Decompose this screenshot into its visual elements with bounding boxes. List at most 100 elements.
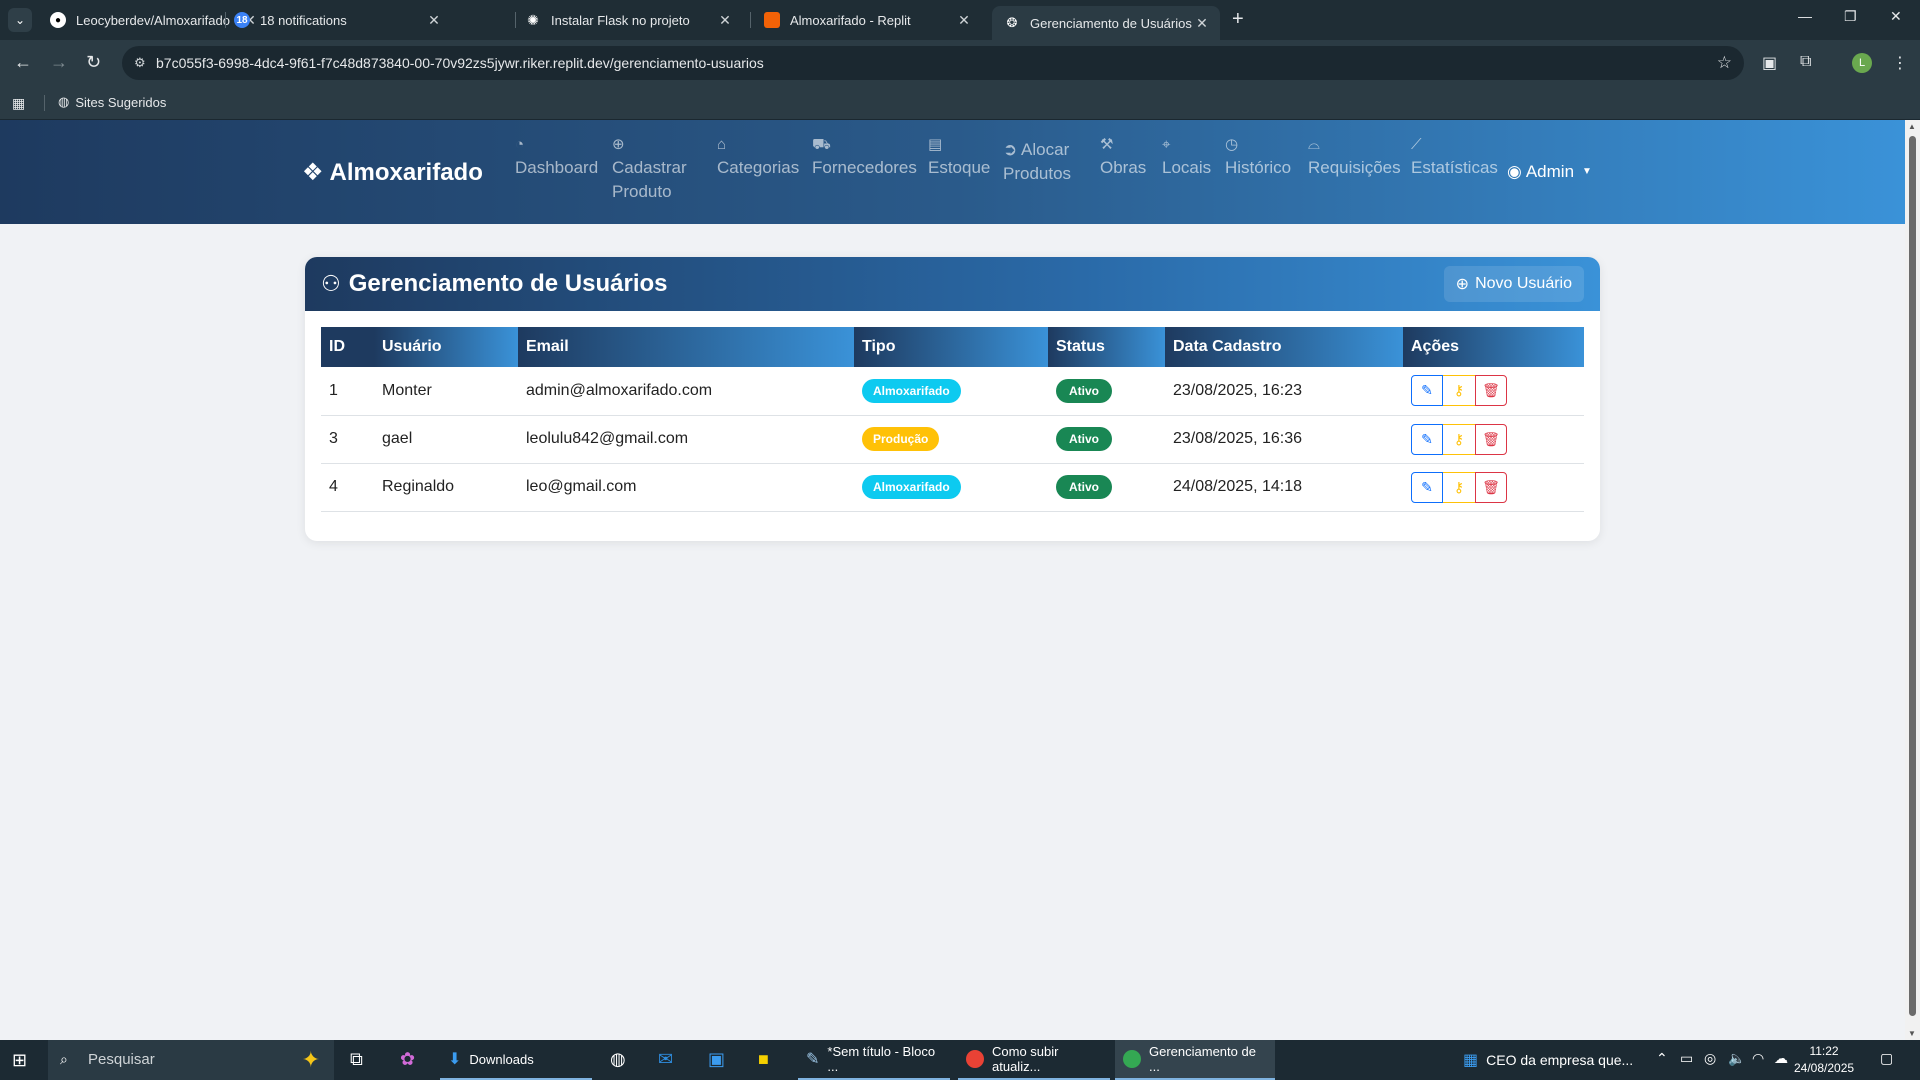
minimize-icon[interactable]: — <box>1798 8 1812 24</box>
browser-tab[interactable]: ✺ Instalar Flask no projeto ✕ <box>513 4 743 36</box>
taskbar-app-chrome-l[interactable]: Gerenciamento de ... <box>1115 1040 1275 1080</box>
brand-link[interactable]: ❖ Almoxarifado <box>302 158 483 187</box>
cell-email: leolulu842@gmail.com <box>518 415 854 464</box>
nav-locais[interactable]: ⌖ Locais <box>1162 134 1211 180</box>
search-icon: ⌕ <box>60 1051 68 1067</box>
nav-cadastrar-produto[interactable]: ⊕ Cadastrar Produto <box>612 134 702 204</box>
bookmark-separator <box>44 95 45 111</box>
sticky-notes-icon[interactable]: ■ <box>758 1049 769 1070</box>
cloud-icon[interactable]: ☁ <box>1774 1050 1788 1067</box>
column-header: Email <box>518 327 854 367</box>
url-text[interactable]: b7c055f3-6998-4dc4-9f61-f7c48d873840-00-… <box>156 55 764 71</box>
edit-button[interactable]: ✎ <box>1411 471 1443 503</box>
task-view-icon[interactable]: ⧉ <box>350 1049 363 1070</box>
extensions-icon[interactable]: ⧉ <box>1800 53 1811 71</box>
taskbar-search[interactable]: ⌕ Pesquisar ✦ <box>48 1040 334 1080</box>
taskbar-app-downloads[interactable]: ⬇ Downloads <box>440 1040 592 1080</box>
cell-date: 24/08/2025, 14:18 <box>1165 463 1403 512</box>
edit-button[interactable]: ✎ <box>1411 423 1443 455</box>
store-icon[interactable]: ▣ <box>708 1049 725 1070</box>
nav-dashboard[interactable]: ◔ Dashboard <box>515 134 598 180</box>
wifi-icon[interactable]: ◠ <box>1752 1050 1764 1067</box>
outlook-icon[interactable]: ✉ <box>658 1049 673 1070</box>
brand-text: Almoxarifado <box>329 158 483 186</box>
nav-alocar-produtos[interactable]: ➲ Alocar Produtos <box>1003 138 1083 186</box>
close-icon[interactable]: ✕ <box>424 12 444 29</box>
edit-button[interactable]: ✎ <box>1411 375 1443 407</box>
scroll-down-icon[interactable]: ▼ <box>1908 1029 1916 1038</box>
address-bar[interactable]: ⚙ b7c055f3-6998-4dc4-9f61-f7c48d873840-0… <box>122 46 1744 80</box>
bookmarks-bar: ▦ ◍ Sites Sugeridos <box>0 86 1920 120</box>
bookmark-item[interactable]: ◍ Sites Sugeridos <box>58 94 166 110</box>
meet-icon[interactable]: ▭ <box>1680 1050 1693 1067</box>
delete-button[interactable]: 🗑 <box>1475 375 1507 407</box>
site-info-icon[interactable]: ⚙ <box>134 55 146 71</box>
close-icon[interactable]: ✕ <box>1192 15 1212 32</box>
scroll-thumb[interactable] <box>1909 136 1916 1016</box>
status-badge: Ativo <box>1056 427 1112 451</box>
hammer-icon: ⚒ <box>1100 136 1114 153</box>
table-header-row: ID Usuário Email Tipo Status Data Cadast… <box>321 327 1584 367</box>
reset-password-button[interactable]: ⚷ <box>1443 471 1475 503</box>
forward-icon[interactable]: → <box>50 52 68 73</box>
apps-grid-icon[interactable]: ▦ <box>12 95 25 112</box>
users-table: ID Usuário Email Tipo Status Data Cadast… <box>321 327 1584 512</box>
admin-dropdown[interactable]: ◉ Admin ▼ <box>1507 160 1592 184</box>
nav-obras[interactable]: ⚒ Obras <box>1100 134 1146 180</box>
new-tab-icon[interactable]: + <box>1232 8 1244 31</box>
close-icon[interactable]: ✕ <box>954 12 974 29</box>
window-close-icon[interactable]: ✕ <box>1890 8 1902 25</box>
cell-type: Almoxarifado <box>854 463 1048 512</box>
chevron-up-icon[interactable]: ⌃ <box>1656 1050 1668 1067</box>
taskbar-app-chrome-r[interactable]: Como subir atualiz... <box>958 1040 1110 1080</box>
scroll-up-icon[interactable]: ▲ <box>1908 122 1916 131</box>
browser-tab[interactable]: 18 18 notifications ✕ <box>222 4 452 36</box>
cell-user: gael <box>374 415 518 464</box>
trash-icon: 🗑 <box>1482 430 1500 447</box>
cast-icon[interactable]: ▣ <box>1762 53 1777 73</box>
windows-start-icon[interactable]: ⊞ <box>12 1050 27 1071</box>
globe-icon: ◍ <box>58 94 70 109</box>
download-arrow-icon: ⬇ <box>448 1051 462 1068</box>
tab-search-button[interactable]: ⌄ <box>8 8 32 32</box>
notifications-icon[interactable]: ▢ <box>1880 1050 1893 1067</box>
notification-count-icon: 18 <box>234 12 250 28</box>
chrome-icon[interactable]: ◍ <box>610 1049 626 1070</box>
page-scrollbar[interactable]: ▲ ▼ <box>1905 120 1920 1040</box>
browser-tab[interactable]: Almoxarifado - Replit ✕ <box>752 4 982 36</box>
new-user-button[interactable]: ⊕ Novo Usuário <box>1443 266 1584 302</box>
profile-avatar[interactable]: L <box>1852 53 1872 73</box>
delete-button[interactable]: 🗑 <box>1475 423 1507 455</box>
news-widget[interactable]: ▦ CEO da empresa que... <box>1455 1040 1645 1080</box>
delete-button[interactable]: 🗑 <box>1475 471 1507 503</box>
close-icon[interactable]: ✕ <box>715 12 735 29</box>
news-icon: ▦ <box>1463 1052 1479 1069</box>
reset-password-button[interactable]: ⚷ <box>1443 423 1475 455</box>
nav-categorias[interactable]: ⌂ Categorias <box>717 134 799 180</box>
browser-tab-active[interactable]: ❂ Gerenciamento de Usuários ✕ <box>992 6 1220 40</box>
nav-estatisticas[interactable]: ⟋ Estatísticas <box>1411 134 1498 180</box>
bookmark-star-icon[interactable]: ☆ <box>1717 53 1732 73</box>
browser-tab-strip: ⌄ ● Leocyberdev/Almoxarifado ✕ 18 18 not… <box>0 0 1920 40</box>
system-clock[interactable]: 11:22 24/08/2025 <box>1794 1043 1854 1077</box>
nav-requisicoes[interactable]: ⌓ Requisições <box>1308 134 1401 180</box>
tab-title: 18 notifications <box>260 12 347 28</box>
page-title: ⚇ Gerenciamento de Usuários <box>321 270 668 298</box>
chrome-profile-icon <box>966 1050 984 1068</box>
nav-label: Locais <box>1162 158 1212 177</box>
cell-actions: ✎ ⚷ 🗑 <box>1403 463 1584 512</box>
back-icon[interactable]: ← <box>14 52 32 73</box>
nav-historico[interactable]: ◷ Histórico <box>1225 134 1291 180</box>
nav-fornecedores[interactable]: ⛟ Fornecedores <box>812 134 917 180</box>
restore-icon[interactable]: ❐ <box>1844 8 1857 25</box>
chrome-tray-icon[interactable]: ◎ <box>1704 1050 1716 1067</box>
reload-icon[interactable]: ↻ <box>86 52 101 73</box>
copilot-icon[interactable]: ✿ <box>400 1049 415 1070</box>
menu-kebab-icon[interactable]: ⋮ <box>1892 53 1908 73</box>
table-row: 3 gael leolulu842@gmail.com Produção Ati… <box>321 415 1584 464</box>
reset-password-button[interactable]: ⚷ <box>1443 375 1475 407</box>
taskbar-app-notepad[interactable]: ✎ *Sem título - Bloco ... <box>798 1040 950 1080</box>
nav-estoque[interactable]: ▤ Estoque <box>928 134 990 180</box>
volume-icon[interactable]: 🔈 <box>1728 1050 1745 1067</box>
chatgpt-icon: ✺ <box>527 11 539 28</box>
